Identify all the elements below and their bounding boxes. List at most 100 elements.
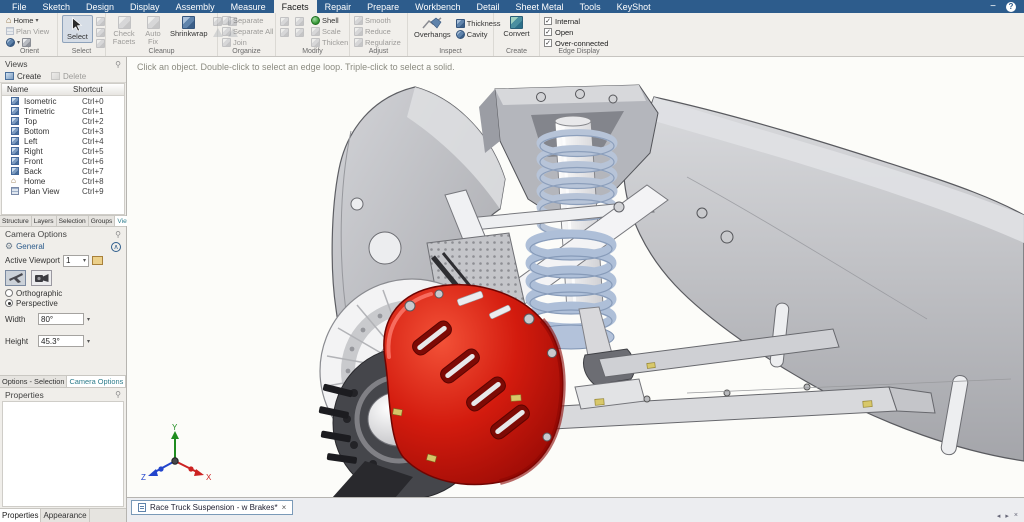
- menu-tab-sketch[interactable]: Sketch: [35, 0, 79, 13]
- properties-panel-header: Properties ⚲: [5, 389, 121, 400]
- pin-icon[interactable]: ⚲: [115, 230, 121, 239]
- shell-button[interactable]: Shell: [311, 15, 348, 25]
- camera-fly-button[interactable]: [5, 270, 26, 286]
- perspective-option[interactable]: Perspective: [0, 298, 126, 308]
- chevron-down-icon: ▾: [35, 17, 39, 24]
- menu-tab-design[interactable]: Design: [78, 0, 122, 13]
- tab-groups[interactable]: Groups: [89, 216, 116, 226]
- menu-tab-measure[interactable]: Measure: [223, 0, 274, 13]
- active-viewport-select[interactable]: 1 ▾: [63, 254, 89, 267]
- spin-tools-button[interactable]: ▾: [6, 37, 49, 47]
- split-icon[interactable]: [295, 17, 304, 26]
- regularize-button[interactable]: Regularize: [354, 37, 401, 47]
- view-row-back[interactable]: Back Ctrl+7: [2, 166, 124, 176]
- radio-off-icon: [5, 289, 13, 297]
- menu-tab-workbench[interactable]: Workbench: [407, 0, 468, 13]
- views-table: Name Shortcut Isometric Ctrl+0 Trimetric…: [1, 83, 125, 215]
- home-view-button[interactable]: ⌂ Home ▾: [6, 15, 49, 25]
- camera-height-input[interactable]: 45.3°: [38, 335, 84, 347]
- reduce-button[interactable]: Reduce: [354, 26, 401, 36]
- auto-fix-icon: [146, 16, 160, 29]
- select-button[interactable]: Select: [62, 15, 93, 44]
- camera-general-section[interactable]: ⚙ General ∧: [0, 240, 126, 253]
- auto-fix-button[interactable]: Auto Fix: [141, 15, 165, 48]
- scale-button[interactable]: Scale: [311, 26, 348, 36]
- view-row-trimetric[interactable]: Trimetric Ctrl+1: [2, 106, 124, 116]
- home-icon: ⌂: [6, 14, 12, 25]
- collapse-section-icon[interactable]: ∧: [111, 241, 121, 252]
- tab-list-close-icon[interactable]: ×: [1014, 512, 1018, 520]
- view-cube-icon: [11, 167, 19, 175]
- view-row-plan-view[interactable]: Plan View Ctrl+9: [2, 186, 124, 196]
- thicken-button[interactable]: Thicken: [311, 37, 348, 47]
- select-filter-icon[interactable]: [95, 17, 105, 26]
- tab-scroll-right-icon[interactable]: ▸: [1005, 512, 1009, 520]
- camera-video-button[interactable]: [31, 270, 52, 286]
- view-row-isometric[interactable]: Isometric Ctrl+0: [2, 96, 124, 106]
- help-icon[interactable]: ?: [1006, 1, 1016, 12]
- model-brake-caliper[interactable]: [383, 284, 566, 486]
- close-tab-icon[interactable]: ×: [282, 503, 287, 512]
- tab-properties[interactable]: Properties: [0, 509, 42, 522]
- views-panel-header: Views ⚲: [5, 59, 121, 69]
- snap-view-icon: [22, 37, 32, 47]
- chevron-down-icon[interactable]: ▾: [87, 338, 90, 345]
- orthographic-option[interactable]: Orthographic: [0, 288, 126, 298]
- overhangs-button[interactable]: Overhangs: [412, 15, 453, 40]
- menu-tab-sheet-metal[interactable]: Sheet Metal: [508, 0, 572, 13]
- menu-tab-file[interactable]: File: [4, 0, 35, 13]
- tab-options-selection[interactable]: Options - Selection: [0, 376, 68, 387]
- view-row-top[interactable]: Top Ctrl+2: [2, 116, 124, 126]
- edge-over-connected-checkbox[interactable]: ✓ Over-connected: [544, 38, 608, 48]
- document-tab-active[interactable]: Race Truck Suspension - w Brakes* ×: [131, 500, 294, 515]
- suspension-model[interactable]: [127, 57, 1024, 497]
- chevron-down-icon[interactable]: ▾: [87, 316, 90, 323]
- camera-width-input[interactable]: 80°: [38, 313, 84, 325]
- create-view-button[interactable]: Create: [5, 72, 41, 81]
- pin-icon[interactable]: ⚲: [115, 60, 121, 69]
- select-box-icon[interactable]: [95, 28, 105, 37]
- separate-all-button[interactable]: Separate All: [222, 26, 273, 36]
- tab-appearance[interactable]: Appearance: [41, 509, 90, 522]
- radio-on-icon: [5, 299, 13, 307]
- view-row-right[interactable]: Right Ctrl+5: [2, 146, 124, 156]
- delete-view-button[interactable]: Delete: [51, 72, 86, 81]
- viewport-layout-icon[interactable]: [92, 256, 103, 265]
- ribbon-group-orient: ⌂ Home ▾ Plan View ▾ Orient: [2, 13, 58, 56]
- menu-tab-detail[interactable]: Detail: [469, 0, 508, 13]
- menu-tab-repair[interactable]: Repair: [317, 0, 360, 13]
- shrinkwrap-button[interactable]: Shrinkwrap: [168, 15, 210, 39]
- menu-tab-prepare[interactable]: Prepare: [359, 0, 407, 13]
- tab-layers[interactable]: Layers: [32, 216, 57, 226]
- menu-tab-facets[interactable]: Facets: [273, 0, 317, 13]
- view-row-bottom[interactable]: Bottom Ctrl+3: [2, 126, 124, 136]
- smooth-button[interactable]: Smooth: [354, 15, 401, 25]
- tab-camera-options[interactable]: Camera Options: [67, 376, 127, 387]
- join-button[interactable]: Join: [222, 37, 273, 47]
- edge-open-checkbox[interactable]: ✓ Open: [544, 27, 608, 37]
- convert-button[interactable]: Convert: [501, 15, 531, 39]
- menu-tab-keyshot[interactable]: KeyShot: [609, 0, 659, 13]
- select-lasso-icon[interactable]: [95, 39, 105, 48]
- merge-icon[interactable]: [280, 17, 289, 26]
- check-facets-button[interactable]: Check Facets: [110, 15, 138, 48]
- menu-tab-assembly[interactable]: Assembly: [168, 0, 223, 13]
- tab-scroll-left-icon[interactable]: ◂: [997, 512, 1001, 520]
- viewport-hint-text: Click an object. Double-click to select …: [137, 62, 455, 72]
- view-row-front[interactable]: Front Ctrl+6: [2, 156, 124, 166]
- ribbon-group-organize: Separate Separate All Join Organize: [218, 13, 276, 56]
- tab-structure[interactable]: Structure: [0, 216, 32, 226]
- view-row-home[interactable]: ⌂ Home Ctrl+8: [2, 176, 124, 186]
- pin-icon[interactable]: ⚲: [115, 390, 121, 399]
- menu-tab-tools[interactable]: Tools: [572, 0, 609, 13]
- fill-icon[interactable]: [280, 28, 289, 37]
- patch-icon[interactable]: [295, 28, 304, 37]
- view-row-left[interactable]: Left Ctrl+4: [2, 136, 124, 146]
- menu-tab-display[interactable]: Display: [122, 0, 168, 13]
- separate-button[interactable]: Separate: [222, 15, 273, 25]
- minimize-ribbon-icon[interactable]: −: [990, 1, 996, 12]
- viewport-3d[interactable]: Click an object. Double-click to select …: [127, 57, 1024, 497]
- plan-view-button[interactable]: Plan View: [6, 26, 49, 36]
- edge-internal-checkbox[interactable]: ✓ Internal: [544, 16, 608, 26]
- tab-selection[interactable]: Selection: [57, 216, 89, 226]
